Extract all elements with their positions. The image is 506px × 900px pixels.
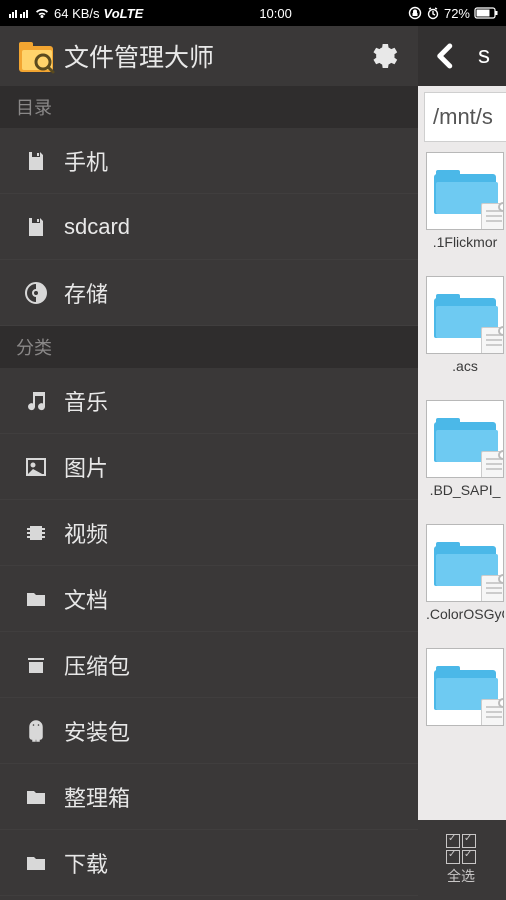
drawer-item-label: 文档 [64, 583, 394, 615]
select-all-button[interactable]: 全选 [446, 834, 476, 886]
save-icon [24, 215, 64, 239]
drawer-item-download[interactable]: 下载 [0, 830, 418, 896]
section-header-cat: 分类 [0, 326, 418, 368]
folder-thumb [426, 276, 504, 354]
drawer-item-apk[interactable]: 安装包 [0, 698, 418, 764]
section-header-dir: 目录 [0, 86, 418, 128]
app-icon [14, 33, 60, 79]
folder-label: .ColorOSGyOclou [426, 606, 504, 638]
content-toolbar: s [418, 26, 506, 86]
drawer-item-pictures[interactable]: 图片 [0, 434, 418, 500]
folder-cell[interactable]: .acs [426, 276, 504, 390]
drawer-item-music[interactable]: 音乐 [0, 368, 418, 434]
back-button[interactable] [424, 34, 468, 78]
app-title: 文件管理大师 [64, 38, 360, 74]
drawer-item-storage[interactable]: 存储 [0, 260, 418, 326]
drawer-item-label: 下载 [64, 847, 394, 879]
drawer-item-label: 音乐 [64, 385, 394, 417]
folder-label [426, 730, 504, 762]
folder-icon [24, 851, 64, 875]
chevron-left-icon [431, 41, 461, 71]
lock-rotate-icon [408, 6, 422, 20]
status-bar: 64 KB/s VoLTE 10:00 72% [0, 0, 506, 26]
alarm-icon [426, 6, 440, 20]
drawer-header: 文件管理大师 [0, 26, 418, 86]
drawer-item-label: sdcard [64, 214, 394, 240]
drawer-item-sdcard[interactable]: sdcard [0, 194, 418, 260]
folder-cell[interactable]: .ColorOSGyOclou [426, 524, 504, 638]
battery-pct: 72% [444, 6, 470, 21]
battery-icon [474, 7, 498, 19]
folder-label: .acs [426, 358, 504, 390]
drawer-item-video[interactable]: 视频 [0, 500, 418, 566]
volte-label: VoLTE [104, 6, 144, 21]
folder-label: .BD_SAPI_ [426, 482, 504, 514]
settings-button[interactable] [360, 34, 404, 78]
drawer-item-label: 存储 [64, 277, 394, 309]
wifi-icon [34, 7, 50, 19]
select-all-icon [446, 834, 476, 864]
clock: 10:00 [143, 6, 408, 21]
android-icon [24, 719, 64, 743]
picture-icon [24, 455, 64, 479]
archive-icon [24, 653, 64, 677]
drawer-item-label: 手机 [64, 145, 394, 177]
drawer-item-docs[interactable]: 文档 [0, 566, 418, 632]
folder-thumb [426, 524, 504, 602]
drawer-item-label: 图片 [64, 451, 394, 483]
folder-cell[interactable] [426, 648, 504, 762]
folder-thumb [426, 648, 504, 726]
folder-thumb [426, 152, 504, 230]
film-icon [24, 521, 64, 545]
disc-icon [24, 281, 64, 305]
music-icon [24, 389, 64, 413]
save-icon [24, 149, 64, 173]
data-speed: 64 KB/s [54, 6, 100, 21]
path-bar[interactable]: /mnt/s [424, 92, 506, 142]
folder-label: .1Flickmor [426, 234, 504, 266]
drawer-item-label: 安装包 [64, 715, 394, 747]
bottom-toolbar: 全选 [418, 820, 506, 900]
file-browser: s /mnt/s .1Flickmor .acs .BD_SAPI_ [418, 26, 506, 900]
folder-icon [24, 587, 64, 611]
navigation-drawer: 文件管理大师 目录 手机 sdcard 存储 分类 音乐 [0, 26, 418, 900]
folder-cell[interactable]: .1Flickmor [426, 152, 504, 266]
drawer-item-label: 压缩包 [64, 649, 394, 681]
drawer-item-label: 整理箱 [64, 781, 394, 813]
select-all-label: 全选 [447, 866, 475, 886]
content-title: s [478, 42, 490, 70]
drawer-item-label: 视频 [64, 517, 394, 549]
drawer-item-phone[interactable]: 手机 [0, 128, 418, 194]
drawer-item-organize[interactable]: 整理箱 [0, 764, 418, 830]
folder-thumb [426, 400, 504, 478]
gear-icon [366, 40, 398, 72]
signal-icon [8, 7, 30, 19]
drawer-item-archive[interactable]: 压缩包 [0, 632, 418, 698]
file-grid: .1Flickmor .acs .BD_SAPI_ .ColorOSGyOclo… [418, 148, 506, 820]
folder-icon [24, 785, 64, 809]
folder-cell[interactable]: .BD_SAPI_ [426, 400, 504, 514]
